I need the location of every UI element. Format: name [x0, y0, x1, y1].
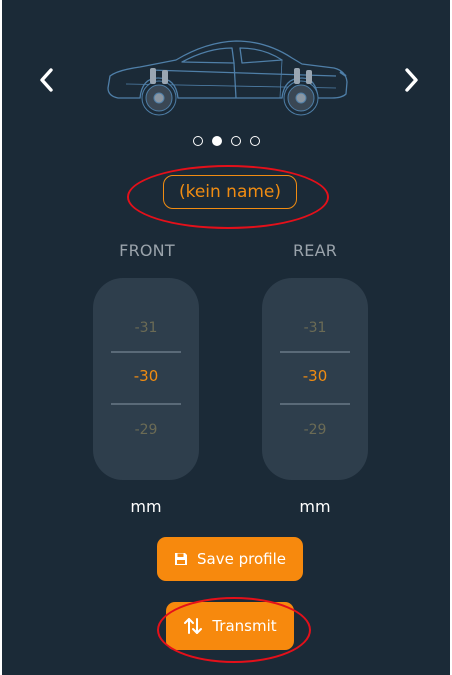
rear-unit: mm: [299, 497, 331, 516]
front-picker-divider-bottom: [111, 403, 181, 405]
profile-name-field[interactable]: (kein name): [163, 175, 297, 209]
rear-selected-value: -30: [302, 367, 328, 385]
up-down-arrows-icon: [183, 617, 203, 635]
save-profile-label: Save profile: [197, 550, 286, 568]
rear-value-picker[interactable]: -31 -30 -29: [262, 278, 368, 480]
next-car-button[interactable]: [396, 58, 428, 102]
front-label: FRONT: [119, 241, 175, 260]
carousel-dot-3[interactable]: [230, 136, 241, 146]
front-next-value: -29: [134, 422, 158, 438]
front-value-picker[interactable]: -31 -30 -29: [93, 278, 199, 480]
carousel-dot-1[interactable]: [192, 136, 203, 146]
rear-picker-divider-top: [280, 351, 350, 353]
transmit-label: Transmit: [212, 617, 277, 635]
chevron-left-icon: [40, 68, 53, 92]
rear-picker-divider-bottom: [280, 403, 350, 405]
carousel-pagination: [2, 136, 450, 146]
rear-next-value: -29: [303, 422, 327, 438]
car-image: [107, 40, 348, 116]
save-profile-button[interactable]: Save profile: [157, 537, 303, 581]
profile-name-text: (kein name): [178, 182, 282, 202]
rear-label: REAR: [292, 241, 338, 260]
front-selected-value: -30: [133, 367, 159, 385]
carousel-dot-4[interactable]: [249, 136, 260, 146]
front-unit: mm: [130, 497, 162, 516]
front-prev-value: -31: [134, 320, 158, 336]
carousel-dot-2[interactable]: [211, 136, 222, 146]
app-screen: (kein name) FRONT REAR -31 -30 -29 -31 -…: [2, 0, 450, 675]
rear-prev-value: -31: [303, 320, 327, 336]
previous-car-button[interactable]: [30, 58, 62, 102]
floppy-disk-icon: [174, 552, 188, 566]
front-picker-divider-top: [111, 351, 181, 353]
transmit-button[interactable]: Transmit: [166, 602, 294, 650]
chevron-right-icon: [405, 68, 418, 92]
